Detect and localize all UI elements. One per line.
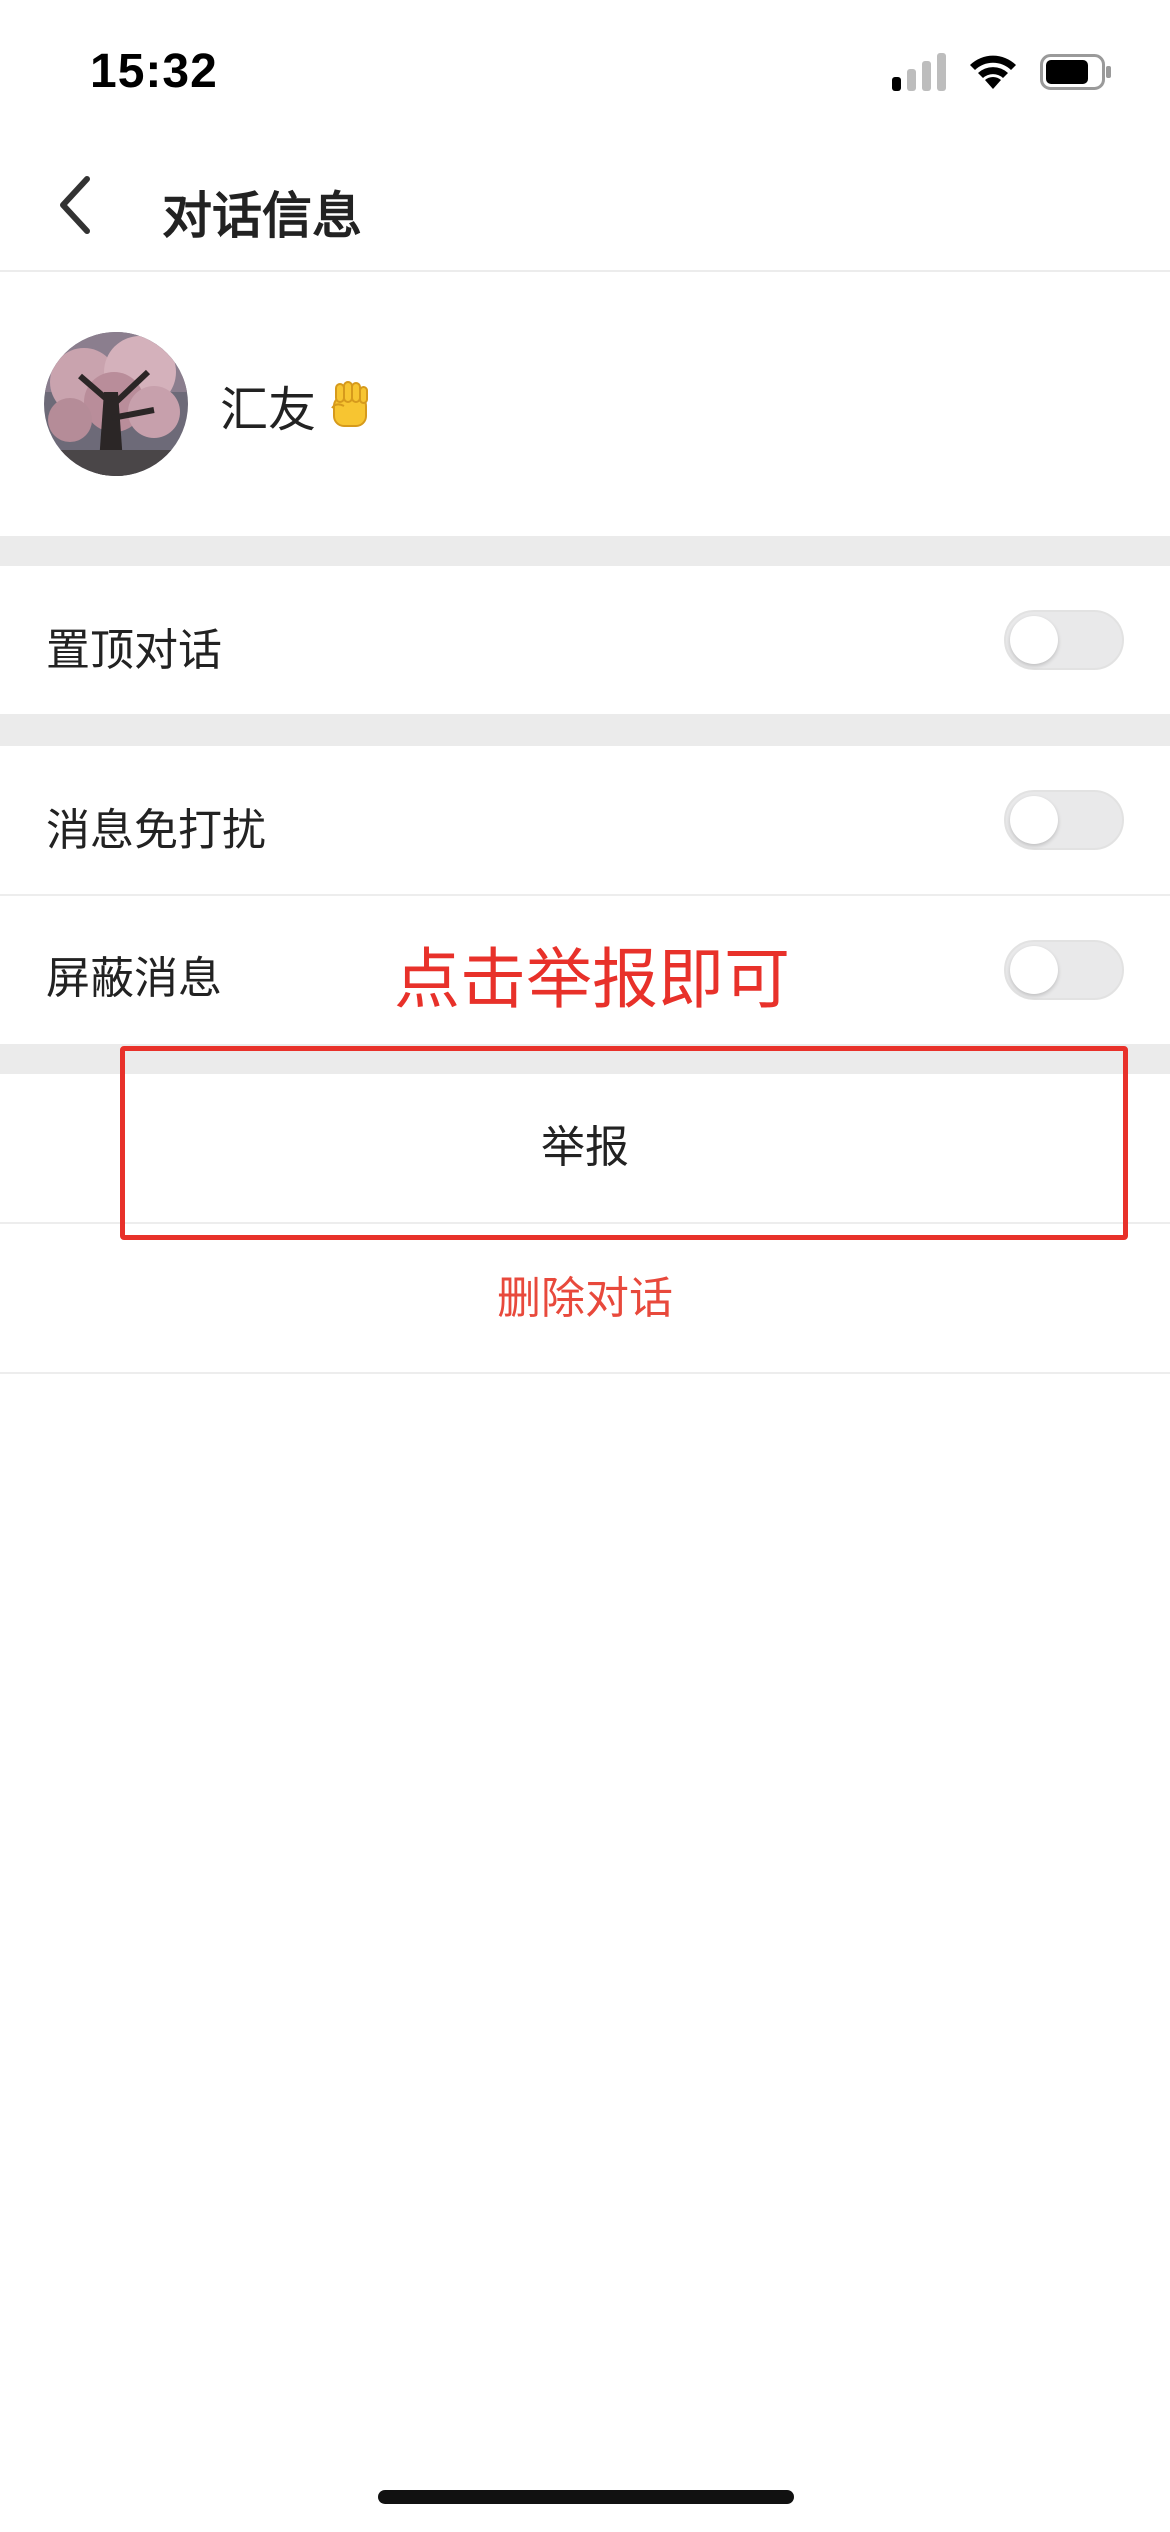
- annotation-text: 点击举报即可: [394, 941, 790, 1018]
- cellular-signal-icon: [892, 53, 946, 91]
- page-title: 对话信息: [162, 187, 362, 245]
- profile-name-text: 汇友: [220, 382, 317, 438]
- profile-row[interactable]: 汇友: [0, 272, 1170, 536]
- avatar[interactable]: [44, 332, 188, 476]
- delete-chat-label: 删除对话: [497, 1273, 673, 1324]
- toggle-knob: [1010, 616, 1058, 664]
- battery-icon: [1040, 54, 1112, 90]
- report-label: 举报: [541, 1122, 629, 1173]
- setting-row-pin-chat: 置顶对话: [0, 566, 1170, 714]
- chevron-left-icon: [60, 176, 90, 234]
- wifi-icon: [968, 53, 1018, 91]
- chat-info-screen: 15:32 对话信息 汇友 置顶对话 消息免打扰 屏蔽消息 点击举报即可 举报 …: [0, 0, 1170, 2532]
- setting-row-do-not-disturb: 消息免打扰: [0, 746, 1170, 894]
- section-gap: [0, 714, 1170, 746]
- toggle-knob: [1010, 946, 1058, 994]
- back-button[interactable]: [40, 170, 110, 240]
- section-gap: [0, 1044, 1170, 1074]
- toggle-knob: [1010, 796, 1058, 844]
- pin-chat-toggle[interactable]: [1004, 610, 1124, 670]
- divider: [0, 1372, 1170, 1374]
- raised-fist-icon: [322, 378, 376, 432]
- block-messages-toggle[interactable]: [1004, 940, 1124, 1000]
- do-not-disturb-toggle[interactable]: [1004, 790, 1124, 850]
- setting-label-block-messages: 屏蔽消息: [46, 953, 222, 1004]
- setting-label-pin-chat: 置顶对话: [46, 625, 222, 676]
- delete-chat-button[interactable]: 删除对话: [0, 1224, 1170, 1372]
- setting-label-do-not-disturb: 消息免打扰: [46, 805, 266, 856]
- report-button[interactable]: 举报: [0, 1074, 1170, 1222]
- status-time: 15:32: [90, 45, 218, 98]
- profile-name: 汇友: [220, 370, 376, 440]
- home-indicator: [378, 2490, 794, 2504]
- section-gap: [0, 536, 1170, 566]
- status-icons: [892, 50, 1112, 94]
- status-bar: 15:32: [0, 0, 1170, 140]
- nav-bar: 对话信息: [0, 140, 1170, 272]
